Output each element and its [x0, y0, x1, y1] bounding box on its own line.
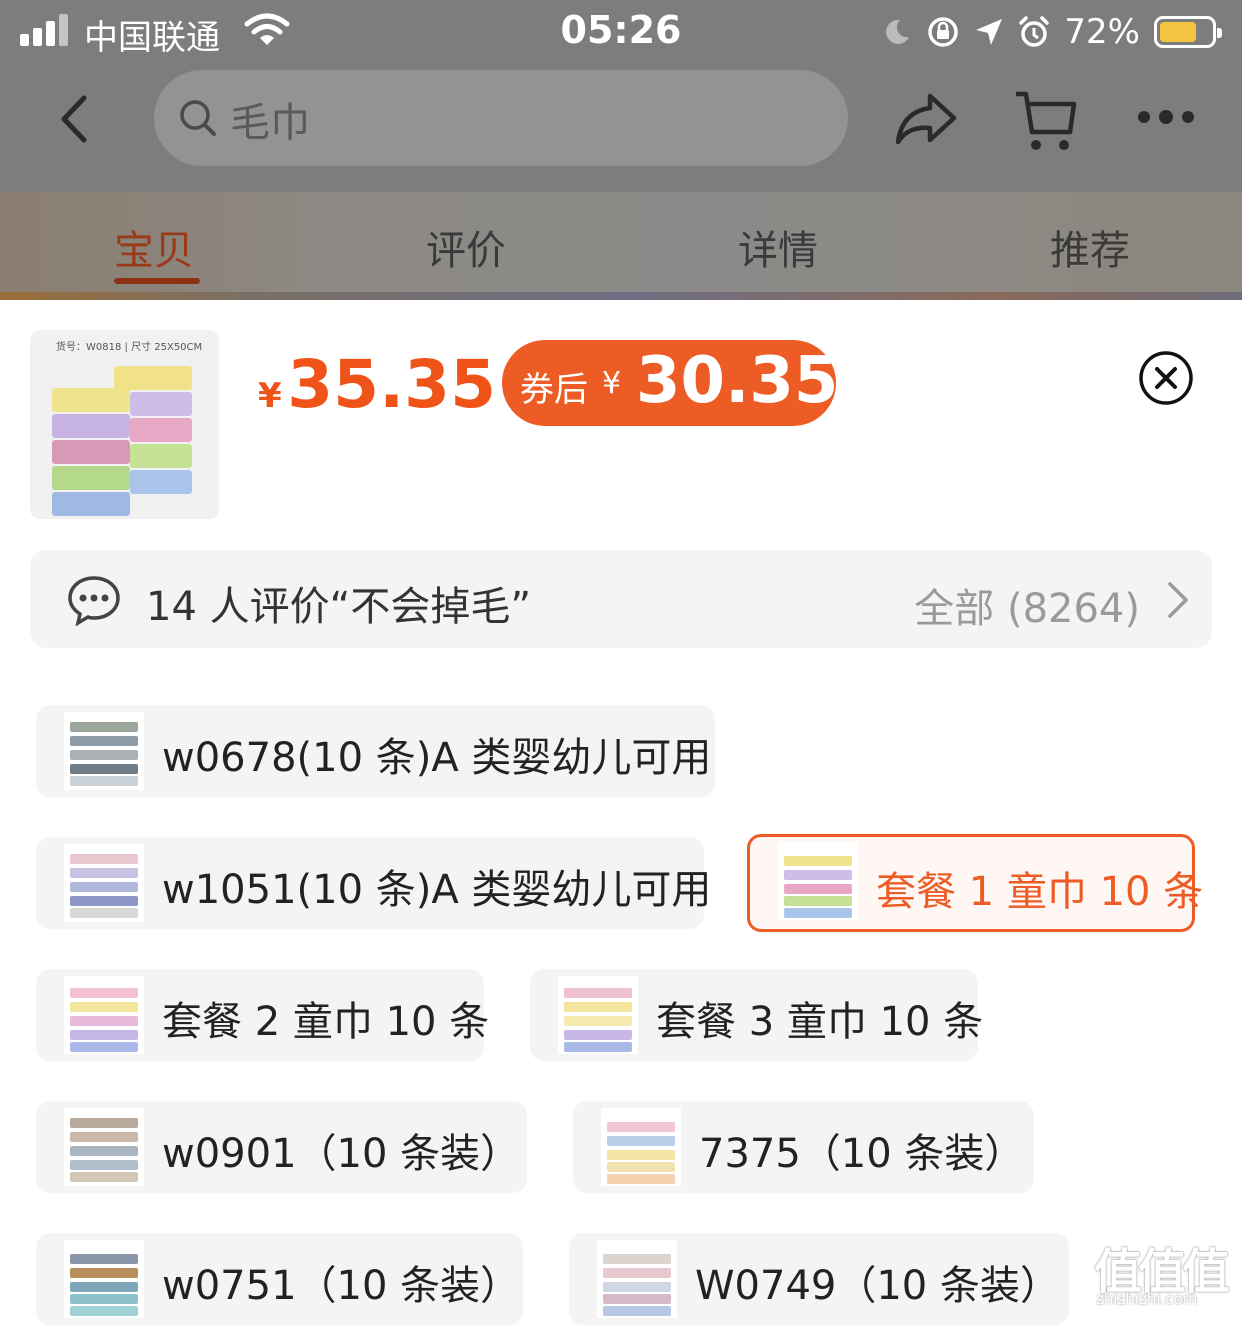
tab-baobei[interactable]: 宝贝: [114, 218, 194, 276]
rotation-lock-icon: [928, 17, 959, 47]
sku-option-label: W0749（10 条装）: [695, 1263, 1060, 1309]
review-summary-bar[interactable]: 14 人评价“不会掉毛” 全部 (8264): [30, 550, 1212, 648]
sku-option-label: w0751（10 条装）: [162, 1263, 521, 1309]
tab-bar: 宝贝 评价 详情 推荐: [0, 192, 1242, 300]
sku-option-W0749[interactable]: W0749（10 条装）: [569, 1233, 1069, 1325]
sku-option-thumbnail: [601, 1108, 681, 1186]
cart-icon[interactable]: [1012, 88, 1078, 154]
tab-recommend[interactable]: 推荐: [1050, 218, 1130, 276]
price-value: 35.35: [287, 346, 497, 423]
dimmed-header-overlay: 中国联通 05:26 72% 毛巾 宝贝 评价 详情 推荐: [0, 0, 1242, 300]
sku-option-thumbnail: [64, 976, 144, 1054]
back-icon[interactable]: [56, 94, 92, 144]
selected-product-thumbnail[interactable]: 货号：W0818 | 尺寸 25X50CM: [30, 330, 219, 519]
status-icons: 72%: [882, 10, 1222, 54]
search-box[interactable]: 毛巾: [154, 70, 848, 166]
thumbnail-caption: 货号：W0818 | 尺寸 25X50CM: [56, 342, 203, 353]
sku-selection-sheet: 货号：W0818 | 尺寸 25X50CM ¥ 35.35 券后 ¥ 30.35…: [0, 300, 1242, 1325]
coupon-label: 券后: [520, 370, 588, 410]
sku-option-w0901[interactable]: w0901（10 条装）: [36, 1101, 527, 1193]
more-icon[interactable]: [1136, 108, 1196, 126]
sku-option-label: w0901（10 条装）: [162, 1131, 521, 1177]
chevron-right-icon: [1168, 582, 1188, 618]
nav-bar: 毛巾: [0, 64, 1242, 184]
coupon-price-badge: 券后 ¥ 30.35: [502, 340, 839, 426]
sku-option-label: 套餐 1 童巾 10 条: [876, 869, 1204, 915]
sku-option-label: 7375（10 条装）: [699, 1131, 1025, 1177]
search-icon: [180, 100, 216, 136]
sku-option-set1-selected[interactable]: 套餐 1 童巾 10 条: [747, 834, 1203, 932]
sku-option-set3[interactable]: 套餐 3 童巾 10 条: [530, 969, 983, 1061]
watermark-site: zhizhizhi.com: [1096, 1290, 1198, 1308]
tab-reviews[interactable]: 评价: [426, 218, 506, 276]
sku-option-thumbnail: [778, 842, 858, 920]
price-currency: ¥: [258, 376, 282, 416]
price: ¥ 35.35: [258, 346, 496, 423]
sku-option-label: w1051(10 条)A 类婴幼儿可用: [162, 867, 712, 913]
battery-fill: [1160, 22, 1196, 42]
sku-option-label: 套餐 3 童巾 10 条: [656, 999, 984, 1045]
alarm-icon: [1019, 16, 1050, 47]
battery-percent: 72%: [1064, 12, 1140, 52]
status-bar: 中国联通 05:26 72%: [0, 0, 1242, 64]
chat-bubble-icon: [68, 576, 120, 626]
sku-option-thumbnail: [64, 844, 144, 922]
location-icon: [976, 19, 1003, 45]
sku-option-label: w0678(10 条)A 类婴幼儿可用: [162, 735, 712, 781]
search-query-text: 毛巾: [230, 100, 310, 146]
review-summary-text: 14 人评价“不会掉毛”: [146, 584, 532, 630]
sku-option-w1051[interactable]: w1051(10 条)A 类婴幼儿可用: [36, 837, 711, 929]
battery-icon: [1154, 16, 1222, 48]
moon-icon: [886, 19, 910, 44]
sku-option-7375[interactable]: 7375（10 条装）: [573, 1101, 1034, 1193]
all-reviews-count[interactable]: 全部 (8264): [914, 576, 1140, 634]
coupon-currency: ¥: [602, 366, 622, 401]
sku-option-w0678[interactable]: w0678(10 条)A 类婴幼儿可用: [36, 705, 715, 797]
sku-option-thumbnail: [558, 976, 638, 1054]
coupon-price-value: 30.35: [636, 344, 839, 418]
sku-option-set2[interactable]: 套餐 2 童巾 10 条: [36, 969, 489, 1061]
tab-details[interactable]: 详情: [738, 218, 818, 276]
sku-option-thumbnail: [64, 712, 144, 790]
site-watermark: 值值值 zhizhizhi.com: [1094, 1232, 1234, 1312]
sku-option-label: 套餐 2 童巾 10 条: [162, 999, 490, 1045]
active-tab-indicator: [114, 278, 200, 284]
sku-option-w0751[interactable]: w0751（10 条装）: [36, 1233, 523, 1325]
sku-option-thumbnail: [64, 1108, 144, 1186]
close-icon[interactable]: [1138, 350, 1194, 406]
share-icon[interactable]: [894, 90, 958, 150]
sku-option-thumbnail: [64, 1240, 144, 1318]
sku-option-thumbnail: [597, 1240, 677, 1318]
